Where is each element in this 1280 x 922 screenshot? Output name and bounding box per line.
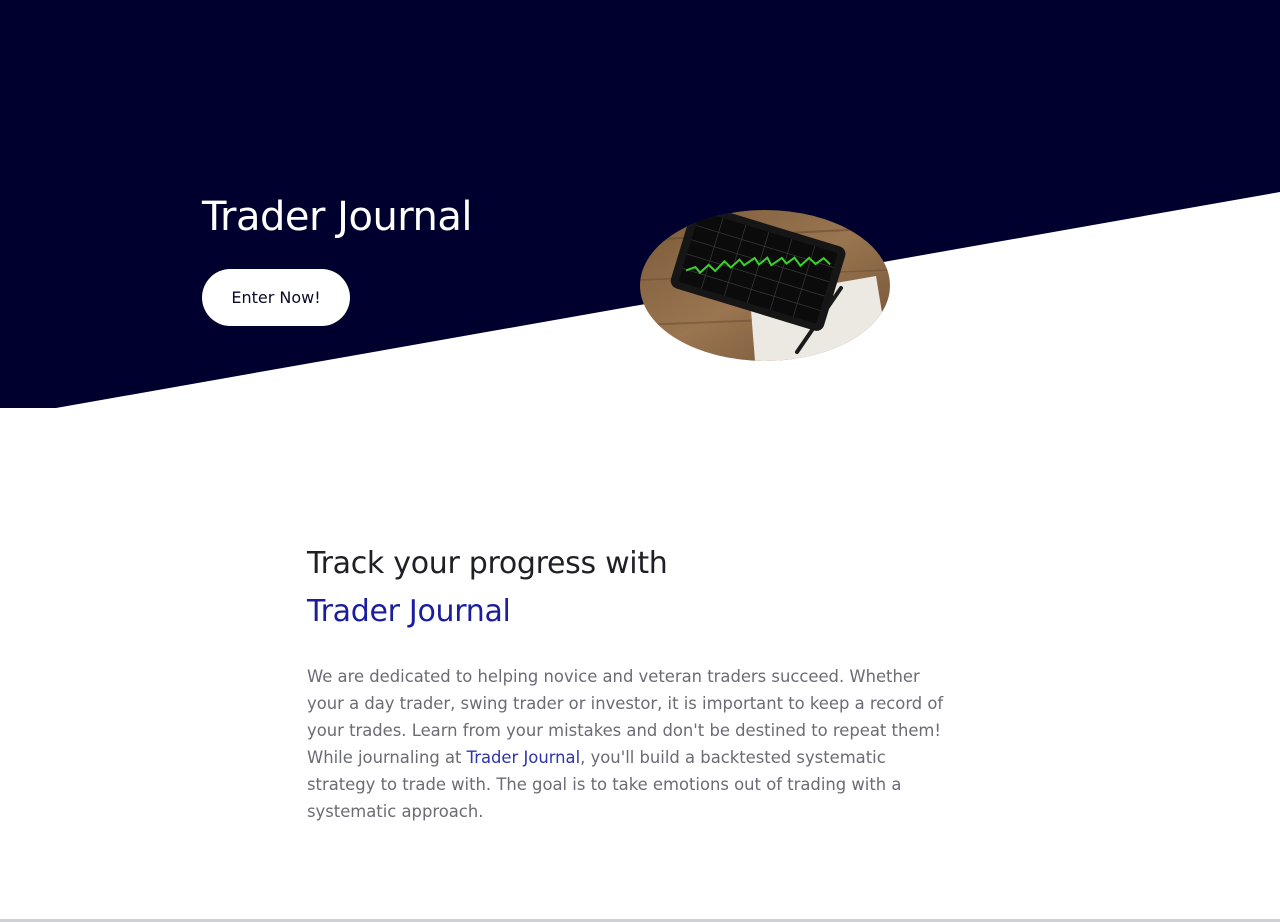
heading-brand-line: Trader Journal xyxy=(307,594,511,629)
landing-page: Trader Journal Enter Now! Track your pro… xyxy=(0,0,1280,922)
hero-title: Trader Journal xyxy=(202,194,473,240)
section-heading: Track your progress with Trader Journal xyxy=(307,540,947,636)
hero-section: Trader Journal Enter Now! xyxy=(0,0,1280,410)
intro-section: Track your progress with Trader Journal … xyxy=(307,540,947,825)
enter-now-button[interactable]: Enter Now! xyxy=(202,269,350,326)
tablet-stock-chart-image xyxy=(640,210,890,361)
heading-line-1: Track your progress with xyxy=(307,546,668,581)
trader-journal-link[interactable]: Trader Journal xyxy=(467,748,581,767)
intro-paragraph: We are dedicated to helping novice and v… xyxy=(307,663,947,825)
